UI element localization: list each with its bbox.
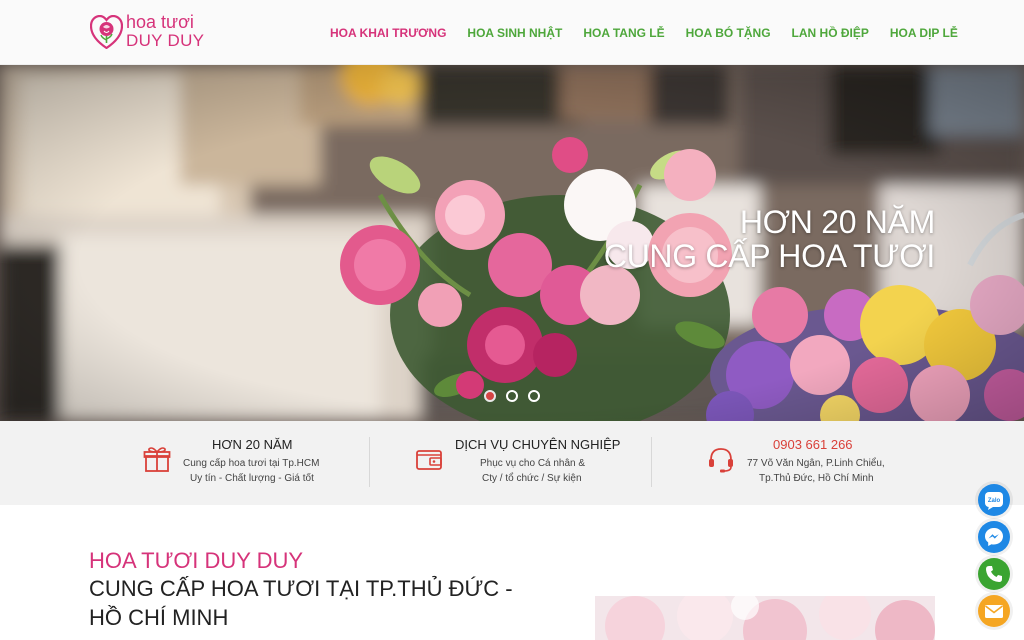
nav-item-hoa-bo-tang[interactable]: HOA BÓ TẶNG: [686, 26, 771, 40]
logo-text-line1: hoa tươi: [126, 12, 194, 32]
slider-dot-1[interactable]: [484, 390, 496, 402]
feature-contact-address-line1: 77 Võ Văn Ngân, P.Linh Chiểu,: [747, 458, 885, 469]
feature-professional-service-line1: Phục vụ cho Cá nhân &: [480, 458, 586, 469]
intro-photo: [595, 596, 935, 640]
email-button[interactable]: [978, 595, 1010, 627]
feature-divider: [651, 437, 652, 487]
feature-professional-service-title: DỊCH VỤ CHUYÊN NGHIỆP: [455, 437, 621, 452]
feature-contact-phone[interactable]: 0903 661 266: [773, 437, 853, 452]
phone-button[interactable]: [978, 558, 1010, 590]
main-nav: HOA KHAI TRƯƠNG HOA SINH NHẬT HOA TANG L…: [330, 0, 979, 65]
logo-text-line2: DUY DUY: [126, 31, 205, 50]
hero-heading-line2: CUNG CẤP HOA TƯƠI: [603, 238, 936, 274]
slider-pagination: [484, 390, 550, 402]
headset-icon: [709, 448, 733, 473]
intro-heading: CUNG CẤP HOA TƯƠI TẠI TP.THỦ ĐỨC - HỒ CH…: [89, 576, 513, 630]
feature-professional-service-line2: Cty / tổ chức / Sự kiện: [482, 473, 582, 484]
nav-item-lan-ho-diep[interactable]: LAN HỒ ĐIỆP: [792, 26, 869, 40]
feature-divider: [369, 437, 370, 487]
nav-item-hoa-sinh-nhat[interactable]: HOA SINH NHẬT: [467, 26, 562, 40]
gift-icon: [143, 447, 171, 472]
hero-slider: HƠN 20 NĂM CUNG CẤP HOA TƯƠI: [0, 65, 1024, 421]
zalo-button[interactable]: Zalo: [978, 484, 1010, 516]
mail-icon: [985, 605, 1003, 618]
feature-experience-line2: Uy tín - Chất lượng - Giá tốt: [190, 473, 314, 484]
intro-brand: HOA TƯƠI DUY DUY: [89, 548, 304, 573]
hero-heading: HƠN 20 NĂM CUNG CẤP HOA TƯƠI: [603, 204, 936, 274]
nav-item-hoa-tang-le[interactable]: HOA TANG LỄ: [583, 26, 664, 40]
site-logo[interactable]: hoa tươi DUY DUY: [90, 12, 220, 52]
wallet-icon: [416, 450, 442, 470]
feature-contact: 0903 661 266 77 Võ Văn Ngân, P.Linh Chiể…: [707, 437, 897, 493]
feature-professional-service: DỊCH VỤ CHUYÊN NGHIỆP Phục vụ cho Cá nhâ…: [415, 437, 620, 493]
feature-experience-line1: Cung cấp hoa tươi tại Tp.HCM: [183, 458, 320, 469]
nav-item-hoa-khai-truong[interactable]: HOA KHAI TRƯƠNG: [330, 26, 446, 40]
messenger-button[interactable]: [978, 521, 1010, 553]
feature-experience: HƠN 20 NĂM Cung cấp hoa tươi tại Tp.HCM …: [143, 437, 333, 493]
zalo-icon: Zalo: [985, 492, 1003, 510]
feature-contact-address-line2: Tp.Thủ Đức, Hồ Chí Minh: [759, 473, 874, 484]
features-strip: HƠN 20 NĂM Cung cấp hoa tươi tại Tp.HCM …: [0, 421, 1024, 505]
phone-icon: [986, 566, 1002, 582]
peony-flowers-image: [595, 596, 935, 640]
rose-logo-icon: [90, 15, 123, 49]
messenger-icon: [985, 528, 1003, 546]
zalo-label: Zalo: [988, 498, 1001, 504]
site-header: hoa tươi DUY DUY HOA KHAI TRƯƠNG HOA SIN…: [0, 0, 1024, 65]
hero-heading-line1: HƠN 20 NĂM: [739, 204, 935, 240]
slider-dot-3[interactable]: [528, 390, 540, 402]
slider-dot-2[interactable]: [506, 390, 518, 402]
feature-experience-title: HƠN 20 NĂM: [212, 437, 293, 452]
nav-item-hoa-dip-le[interactable]: HOA DỊP LỄ: [890, 26, 958, 40]
